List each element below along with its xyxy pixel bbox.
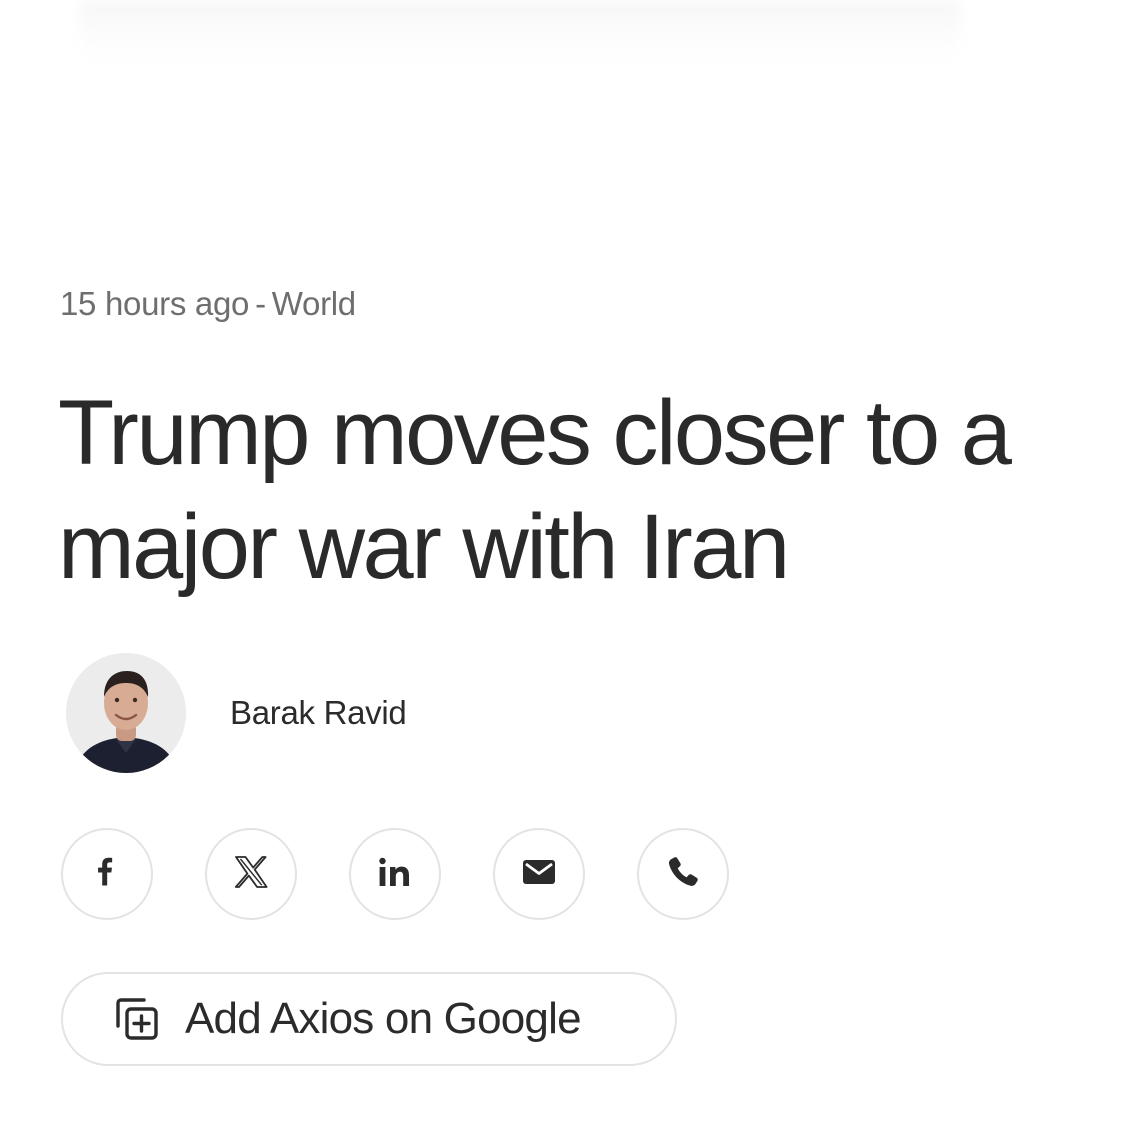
section-link[interactable]: World <box>272 285 356 322</box>
byline: Barak Ravid <box>66 653 407 773</box>
faded-header-strip <box>80 0 960 60</box>
author-avatar[interactable] <box>66 653 186 773</box>
email-icon <box>523 859 555 889</box>
article-meta: 15 hours ago - World <box>60 285 356 323</box>
x-icon <box>234 855 268 893</box>
share-email-button[interactable] <box>493 828 585 920</box>
add-axios-on-google-label: Add Axios on Google <box>185 994 582 1043</box>
share-x-button[interactable] <box>205 828 297 920</box>
article-headline: Trump moves closer to a major war with I… <box>58 382 1012 598</box>
meta-separator: - <box>255 285 266 322</box>
share-phone-button[interactable] <box>637 828 729 920</box>
timestamp: 15 hours ago <box>60 285 250 322</box>
linkedin-icon <box>378 857 412 892</box>
facebook-icon <box>94 856 120 893</box>
share-buttons <box>61 828 729 920</box>
phone-icon <box>667 856 699 893</box>
share-facebook-button[interactable] <box>61 828 153 920</box>
share-linkedin-button[interactable] <box>349 828 441 920</box>
add-source-icon <box>113 995 161 1043</box>
author-name[interactable]: Barak Ravid <box>230 694 407 732</box>
add-axios-on-google-button[interactable]: Add Axios on Google <box>61 972 677 1066</box>
